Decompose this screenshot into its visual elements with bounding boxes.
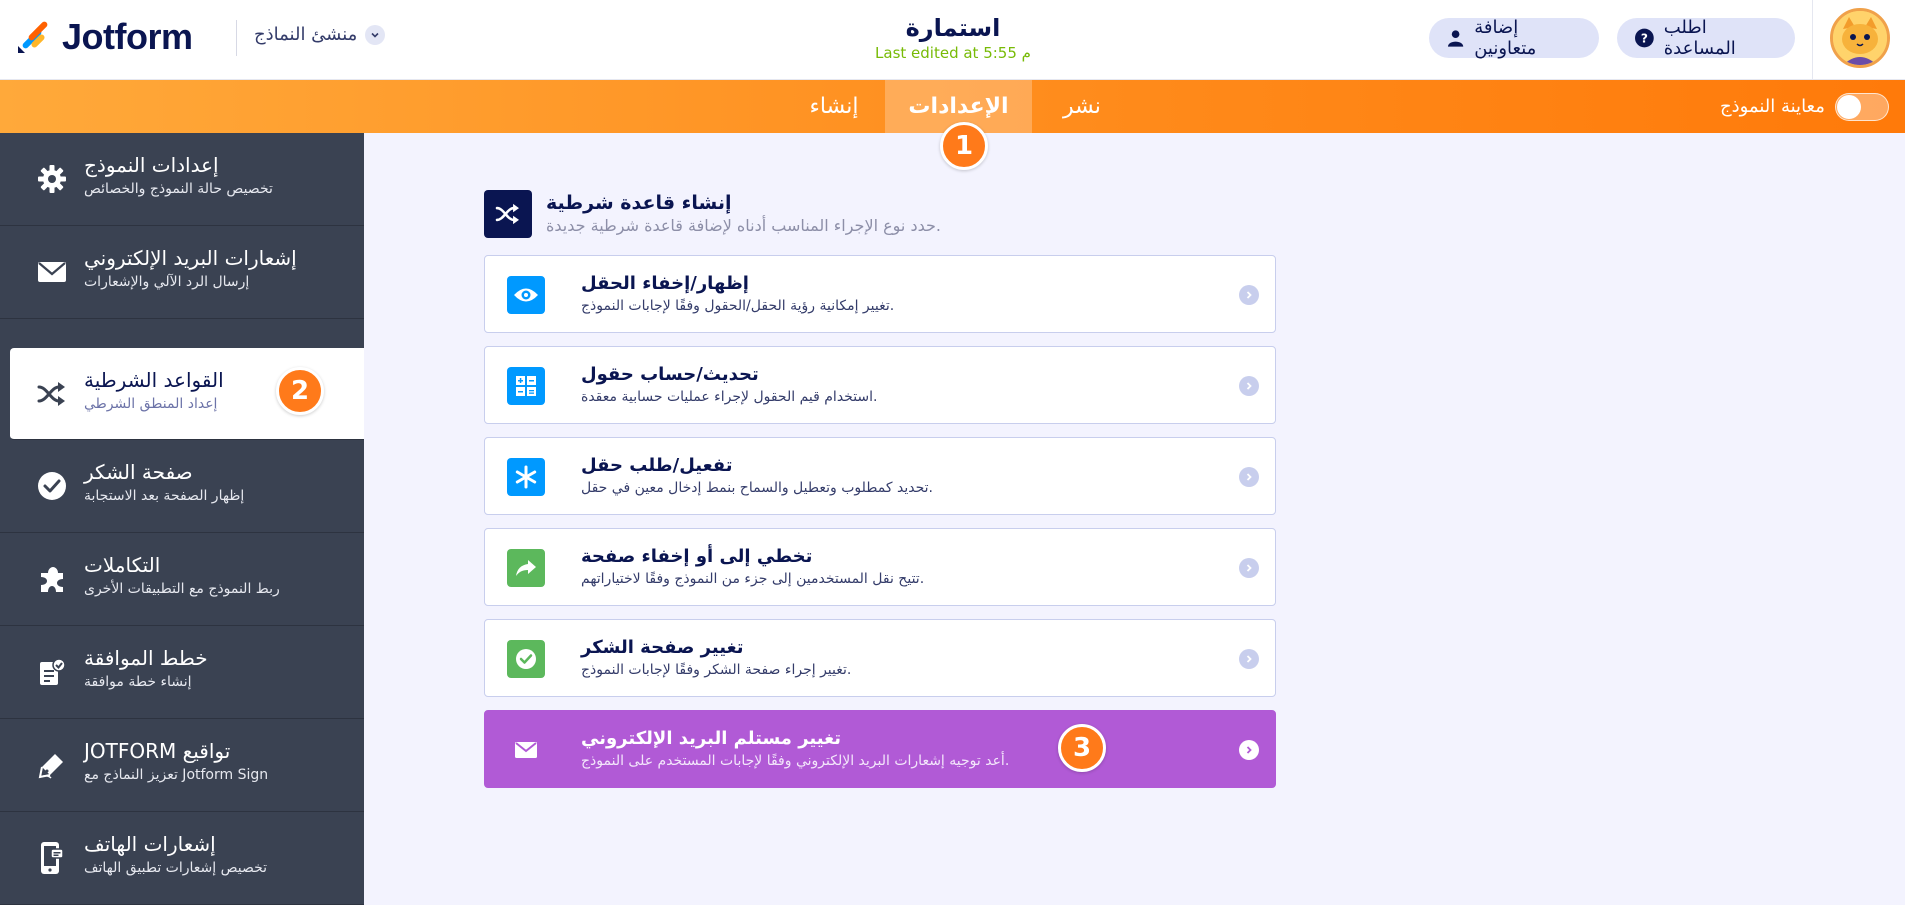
top-header: Jotform منشئ النماذج استمارة Last edited… (0, 0, 1905, 80)
card-subtitle: تغيير إجراء صفحة الشكر وفقًا لإجابات الن… (581, 662, 852, 678)
step-badge-1: 1 (940, 122, 988, 170)
sidebar-item-mobile-notifications[interactable]: إشعارات الهاتف تخصيص إشعارات تطبيق الهات… (0, 812, 364, 905)
sidebar-item-title: صفحة الشكر (84, 460, 193, 484)
toggle-knob (1836, 94, 1861, 119)
avatar-divider (1812, 0, 1813, 80)
check-icon (507, 640, 545, 678)
sidebar-item-thank-you-page[interactable]: صفحة الشكر إظهار الصفحة بعد الاستجابة (0, 440, 364, 533)
puzzle-icon (36, 563, 68, 595)
form-builder-dropdown[interactable]: منشئ النماذج (254, 24, 386, 45)
chevron-right-icon (1239, 376, 1259, 396)
chevron-right-icon (1239, 740, 1259, 760)
add-collaborators-label: إضافة متعاونين (1474, 17, 1537, 59)
card-subtitle: أعد توجيه إشعارات البريد الإلكتروني وفقً… (581, 753, 1010, 769)
eye-icon (507, 276, 545, 314)
sidebar-item-approval-flows[interactable]: خطط الموافقة إنشاء خطة موافقة (0, 626, 364, 719)
condition-card-skip-hide-page[interactable]: تخطي إلى أو إخفاء صفحة تتيح نقل المستخدم… (484, 528, 1276, 606)
envelope-icon (507, 731, 545, 769)
sidebar-item-subtitle: ربط النموذج مع التطبيقات الأخرى (84, 581, 280, 597)
asterisk-icon (507, 458, 545, 496)
sidebar-item-subtitle: إنشاء خطة موافقة (84, 674, 192, 690)
chevron-down-icon (365, 24, 386, 45)
sidebar-item-subtitle: إرسال الرد الآلي والإشعارات (84, 274, 250, 290)
preview-form-toggle-group[interactable]: معاينة النموذج (1720, 80, 1889, 133)
sidebar-item-subtitle: تخصيص إشعارات تطبيق الهاتف (84, 860, 268, 876)
preview-toggle[interactable] (1834, 92, 1889, 121)
sidebar-item-subtitle: إظهار الصفحة بعد الاستجابة (84, 488, 245, 504)
condition-card-change-email-recipient[interactable]: تغيير مستلم البريد الإلكتروني أعد توجيه … (484, 710, 1276, 788)
card-title: تغيير مستلم البريد الإلكتروني (581, 728, 842, 749)
card-title: تفعيل/طلب حقل (581, 455, 733, 476)
share-arrow-icon (507, 549, 545, 587)
check-circle-icon (36, 470, 68, 502)
conditions-heading: إنشاء قاعدة شرطية حدد نوع الإجراء المناس… (484, 190, 1276, 240)
sidebar-item-title: خطط الموافقة (84, 646, 208, 670)
help-icon: ? (1635, 28, 1654, 48)
condition-card-update-calculate[interactable]: تحديث/حساب حقول استخدام قيم الحقول لإجرا… (484, 346, 1276, 424)
tab-create[interactable]: إنشاء (784, 80, 884, 133)
condition-card-enable-require[interactable]: تفعيل/طلب حقل تحديد كمطلوب وتعطيل والسما… (484, 437, 1276, 515)
page-subtitle: حدد نوع الإجراء المناسب أدناه لإضافة قاع… (546, 216, 941, 235)
user-icon (1447, 30, 1464, 47)
pen-icon (36, 749, 68, 781)
sidebar-item-form-settings[interactable]: إعدادات النموذج تخصيص حالة النموذج والخص… (0, 133, 364, 226)
gear-icon (36, 163, 68, 195)
get-help-button[interactable]: ? اطلب المساعدة (1617, 17, 1795, 59)
chevron-right-icon (1239, 558, 1259, 578)
card-title: تغيير صفحة الشكر (581, 637, 744, 658)
chevron-right-icon (1239, 649, 1259, 669)
sidebar-item-title: إشعارات الهاتف (84, 832, 216, 856)
svg-text:?: ? (1641, 32, 1648, 46)
page-title: إنشاء قاعدة شرطية (546, 192, 732, 214)
condition-card-change-thank-you-page[interactable]: تغيير صفحة الشكر تغيير إجراء صفحة الشكر … (484, 619, 1276, 697)
sidebar-item-title: إشعارات البريد الإلكتروني (84, 246, 297, 270)
sidebar-item-integrations[interactable]: التكاملات ربط النموذج مع التطبيقات الأخر… (0, 533, 364, 626)
sidebar-item-subtitle: تخصيص حالة النموذج والخصائص (84, 181, 273, 197)
get-help-label: اطلب المساعدة (1663, 17, 1736, 59)
header-divider (236, 20, 237, 56)
jotform-logo-icon (18, 21, 48, 53)
card-title: تحديث/حساب حقول (581, 364, 759, 385)
card-title: تخطي إلى أو إخفاء صفحة (581, 546, 813, 567)
form-title: استمارة (905, 14, 1001, 42)
shuffle-icon (36, 378, 68, 410)
builder-label: منشئ النماذج (254, 24, 358, 45)
sidebar-item-subtitle: تعزيز النماذج مع Jotform Sign (84, 767, 269, 783)
settings-sidebar: إعدادات النموذج تخصيص حالة النموذج والخص… (0, 133, 364, 905)
card-subtitle: استخدام قيم الحقول لإجراء عمليات حسابية … (581, 389, 878, 405)
envelope-icon (36, 256, 68, 288)
approval-icon (36, 656, 68, 688)
sidebar-item-title: التكاملات (84, 553, 161, 577)
add-collaborators-button[interactable]: إضافة متعاونين (1429, 17, 1599, 59)
condition-card-show-hide-field[interactable]: إظهار/إخفاء الحقل تغيير إمكانية رؤية الح… (484, 255, 1276, 333)
sidebar-item-email-notifications[interactable]: إشعارات البريد الإلكتروني إرسال الرد الآ… (0, 226, 364, 319)
card-subtitle: تغيير إمكانية رؤية الحقل/الحقول وفقًا لإ… (581, 298, 895, 314)
step-badge-2: 2 (276, 367, 324, 415)
sidebar-item-title: JOTFORM تواقيع (84, 739, 231, 763)
tab-publish[interactable]: نشر (1032, 80, 1132, 133)
last-edited-text: Last edited at 5:55 م (875, 44, 1031, 62)
sidebar-item-title: إعدادات النموذج (84, 153, 219, 177)
preview-form-label: معاينة النموذج (1720, 96, 1825, 117)
chevron-right-icon (1239, 285, 1259, 305)
avatar[interactable] (1830, 8, 1890, 68)
jotform-logo[interactable]: Jotform (14, 16, 193, 58)
shuffle-icon (484, 190, 532, 238)
phone-icon (36, 842, 68, 874)
card-title: إظهار/إخفاء الحقل (581, 273, 749, 294)
sidebar-item-jotform-sign[interactable]: JOTFORM تواقيع تعزيز النماذج مع Jotform … (0, 719, 364, 812)
logo-text: Jotform (62, 16, 193, 57)
chevron-right-icon (1239, 467, 1259, 487)
form-title-block[interactable]: استمارة Last edited at 5:55 م (800, 14, 1106, 62)
avatar-cat-icon (1833, 11, 1887, 65)
card-subtitle: تحديد كمطلوب وتعطيل والسماح بنمط إدخال م… (581, 480, 933, 496)
card-subtitle: تتيح نقل المستخدمين إلى جزء من النموذج و… (581, 571, 925, 587)
step-badge-3: 3 (1058, 724, 1106, 772)
calculator-icon (507, 367, 545, 405)
